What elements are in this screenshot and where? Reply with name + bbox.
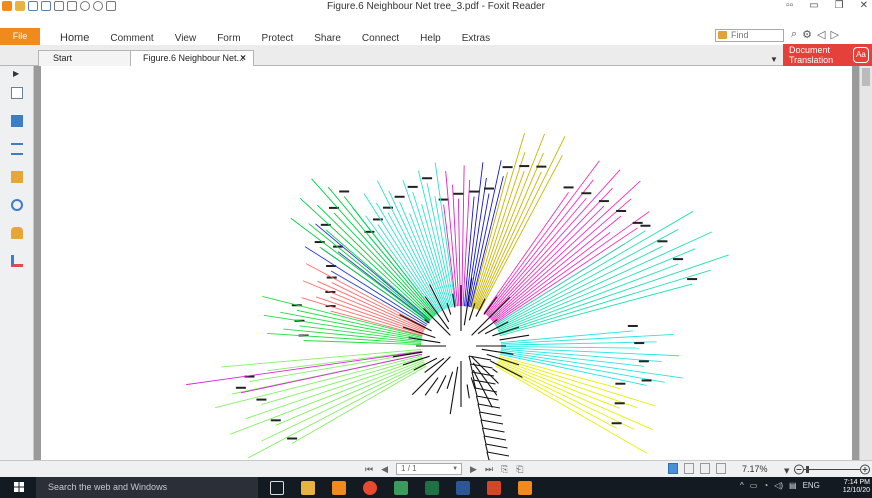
menu-help[interactable]: Help xyxy=(420,33,441,44)
tab-start-label: Start xyxy=(53,53,73,63)
menu-form[interactable]: Form xyxy=(217,33,240,44)
clock-time: 7:14 PM xyxy=(843,479,870,486)
menu-home[interactable]: Home xyxy=(60,32,89,44)
tab-bar: Start Figure.6 Neighbour Net... × ▼ xyxy=(0,45,783,66)
scrollbar-thumb[interactable] xyxy=(862,68,870,86)
tab-document[interactable]: Figure.6 Neighbour Net... × xyxy=(130,50,254,66)
comments-icon[interactable] xyxy=(11,171,23,183)
facing-icon[interactable] xyxy=(700,463,710,474)
document-viewer[interactable] xyxy=(34,66,859,460)
notifications-icon[interactable]: ▤ xyxy=(789,481,797,490)
menu-bar: File Home Comment View Form Protect Shar… xyxy=(0,14,872,45)
first-page-icon[interactable]: ⏮ xyxy=(365,464,373,475)
windows-taskbar: Search the web and Windows ^ ▭ ◔ ◁) ▤ EN… xyxy=(0,477,872,498)
task-view-icon[interactable] xyxy=(270,481,284,495)
search-tools: ⌕ ⚙ ◁ ▷ xyxy=(791,28,839,41)
close-icon[interactable]: ✕ xyxy=(860,0,868,11)
find-field[interactable]: Find xyxy=(715,29,784,42)
tray-expand-icon[interactable]: ^ xyxy=(740,481,744,490)
powerpoint-icon[interactable] xyxy=(487,481,501,495)
tab-document-label: Figure.6 Neighbour Net... xyxy=(143,53,245,63)
battery-icon[interactable]: ▭ xyxy=(750,481,758,490)
prev-icon[interactable]: ◁ xyxy=(817,28,825,41)
menu-connect[interactable]: Connect xyxy=(362,33,399,44)
find-placeholder: Find xyxy=(731,30,749,40)
zoom-slider-thumb xyxy=(806,466,809,473)
zoom-slider[interactable]: ▼ xyxy=(784,464,870,475)
taskbar-search-placeholder: Search the web and Windows xyxy=(48,482,168,492)
status-bar: ⏮ ◀ 1 / 1 ▼ ▶ ⏭ ⎘ ⎗ 7.17% ▼ xyxy=(0,460,872,477)
find-icon xyxy=(718,31,727,39)
word-icon[interactable] xyxy=(456,481,470,495)
page-navigation: ⏮ ◀ 1 / 1 ▼ ▶ ⏭ ⎘ ⎗ xyxy=(365,463,523,475)
signature-icon[interactable] xyxy=(11,255,23,267)
document-translation-button[interactable]: Document Translation Aa xyxy=(783,44,872,66)
zoom-level[interactable]: 7.17% xyxy=(742,464,768,474)
menu-comment[interactable]: Comment xyxy=(110,33,153,44)
page-number-field[interactable]: 1 / 1 ▼ xyxy=(396,463,463,475)
single-page-icon[interactable] xyxy=(668,463,678,474)
continuous-icon[interactable] xyxy=(684,463,694,474)
expand-panel-icon[interactable]: ▶ xyxy=(13,69,19,78)
next-view-icon[interactable]: ⎗ xyxy=(516,464,523,475)
menu-share[interactable]: Share xyxy=(314,33,341,44)
windows-start-icon[interactable] xyxy=(14,482,24,492)
tab-list-dropdown-icon[interactable]: ▼ xyxy=(770,55,778,64)
volume-icon[interactable]: ◁) xyxy=(774,481,783,490)
page-dropdown-icon[interactable]: ▼ xyxy=(452,464,458,474)
browser-icon[interactable] xyxy=(394,481,408,495)
copy-icon[interactable] xyxy=(11,115,23,127)
ribbon-toggle-icon[interactable]: ▫▫ xyxy=(786,0,793,11)
neighbour-net-figure xyxy=(186,133,729,460)
next-page-icon[interactable]: ▶ xyxy=(470,464,477,475)
last-page-icon[interactable]: ⏭ xyxy=(485,464,493,475)
taskbar-clock[interactable]: 7:14 PM 12/10/20 xyxy=(843,479,870,495)
file-menu[interactable]: File xyxy=(0,28,40,45)
restore-icon[interactable]: ❐ xyxy=(835,0,844,11)
system-tray: ^ ▭ ◔ ◁) ▤ ENG xyxy=(740,481,820,490)
attachments-icon[interactable] xyxy=(11,199,23,211)
pdf-page xyxy=(41,66,852,460)
menu-protect[interactable]: Protect xyxy=(262,33,294,44)
window-title: Figure.6 Neighbour Net tree_3.pdf - Foxi… xyxy=(327,1,545,12)
zoom-dropdown-icon: ▼ xyxy=(784,467,790,475)
previous-page-icon[interactable]: ◀ xyxy=(381,464,388,475)
tab-start[interactable]: Start xyxy=(38,50,135,66)
search-icon[interactable]: ⌕ xyxy=(791,28,797,41)
previous-view-icon[interactable]: ⎘ xyxy=(501,464,508,475)
title-bar: Figure.6 Neighbour Net tree_3.pdf - Foxi… xyxy=(0,0,872,14)
security-icon[interactable] xyxy=(11,227,23,239)
language-indicator[interactable]: ENG xyxy=(803,481,820,490)
chrome-icon[interactable] xyxy=(363,481,377,495)
foxit-reader-icon[interactable] xyxy=(518,481,532,495)
network-icon[interactable]: ◔ xyxy=(763,481,768,490)
pages-icon[interactable] xyxy=(11,87,23,99)
continuous-facing-icon[interactable] xyxy=(716,463,726,474)
settings-icon[interactable]: ⚙ xyxy=(802,28,812,41)
tab-close-icon[interactable]: × xyxy=(240,51,246,66)
window-controls: ▫▫ ▭ ❐ ✕ xyxy=(786,0,868,11)
taskbar-apps xyxy=(270,481,532,495)
clock-date: 12/10/20 xyxy=(842,487,870,494)
file-explorer-icon[interactable] xyxy=(301,481,315,495)
app-icon[interactable] xyxy=(332,481,346,495)
taskbar-search[interactable]: Search the web and Windows xyxy=(36,477,258,498)
minimize-icon[interactable]: ▭ xyxy=(809,0,818,11)
navigation-panel: ▶ xyxy=(0,66,34,460)
menu-view[interactable]: View xyxy=(175,33,197,44)
menu-items: Home Comment View Form Protect Share Con… xyxy=(60,32,511,44)
page-view-controls xyxy=(668,463,726,474)
excel-icon[interactable] xyxy=(425,481,439,495)
next-icon[interactable]: ▷ xyxy=(831,28,839,41)
vertical-scrollbar[interactable] xyxy=(859,66,872,460)
menu-extras[interactable]: Extras xyxy=(462,33,490,44)
page-number-value: 1 / 1 xyxy=(401,464,417,473)
layers-icon[interactable] xyxy=(11,143,23,155)
translate-icon: Aa xyxy=(853,47,869,63)
